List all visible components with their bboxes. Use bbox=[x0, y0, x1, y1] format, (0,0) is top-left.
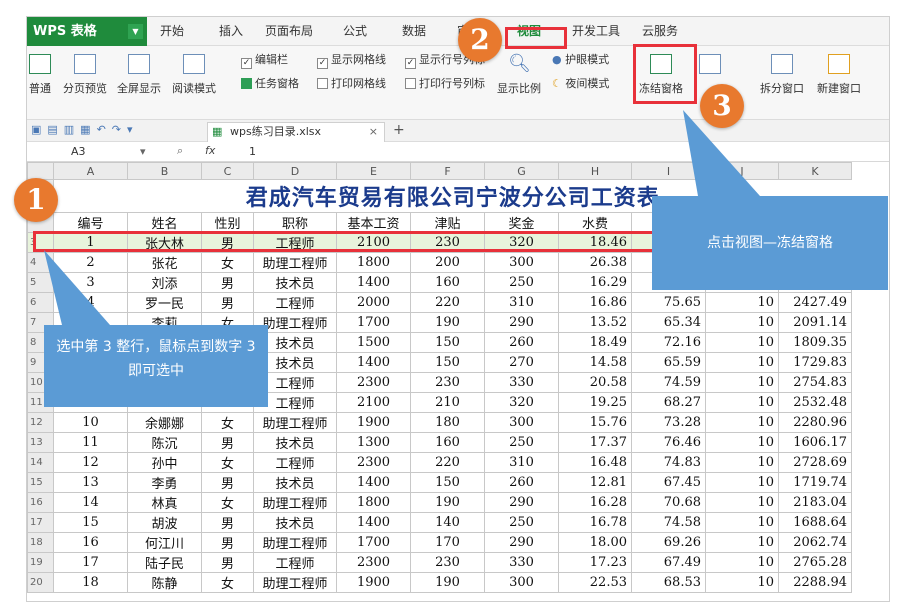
callout-3-pointer bbox=[683, 110, 760, 196]
callout-pointers bbox=[44, 110, 760, 325]
callout-freeze-panes: 点击视图—冻结窗格 bbox=[652, 196, 888, 290]
callout-1-pointer bbox=[44, 250, 110, 325]
callout-select-row: 选中第 3 整行，鼠标点到数字 3 即可选中 bbox=[44, 325, 268, 407]
